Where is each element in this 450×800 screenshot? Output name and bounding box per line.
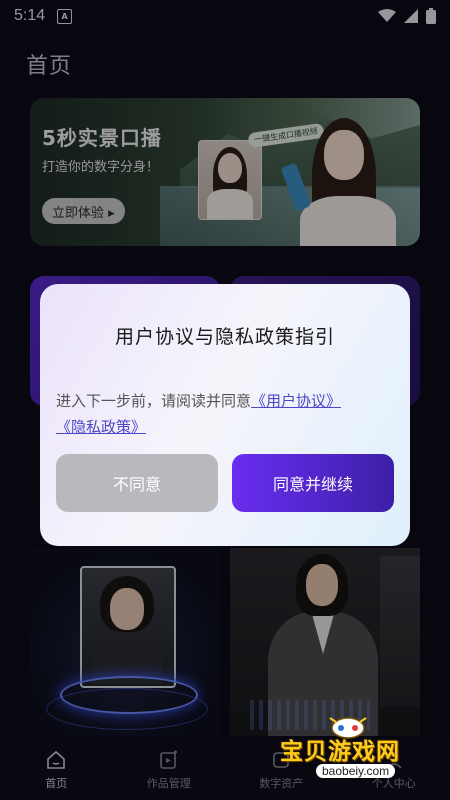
privacy-policy-link[interactable]: 《隐私政策》 (56, 418, 146, 436)
site-watermark: 宝贝游戏网 baobeiy.com (270, 716, 440, 794)
user-agreement-link[interactable]: 《用户协议》 (251, 392, 341, 410)
privacy-dialog: 用户协议与隐私政策指引 进入下一步前，请阅读并同意《用户协议》 《隐私政策》 不… (40, 284, 410, 546)
agree-continue-button[interactable]: 同意并继续 (232, 454, 394, 512)
watermark-text: 宝贝游戏网 (280, 739, 400, 765)
dialog-title: 用户协议与隐私政策指引 (114, 326, 335, 348)
disagree-button[interactable]: 不同意 (56, 454, 218, 512)
dialog-body-text: 进入下一步前，请阅读并同意 (56, 392, 252, 410)
dialog-body: 进入下一步前，请阅读并同意《用户协议》 《隐私政策》 (56, 388, 396, 440)
watermark-url: baobeiy.com (316, 764, 396, 778)
